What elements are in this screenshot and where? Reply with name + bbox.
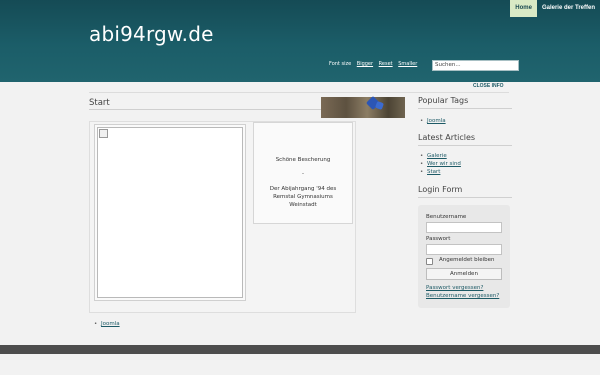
module-title: Popular Tags	[418, 96, 469, 105]
remember-label: Angemeldet bleiben	[439, 257, 495, 263]
username-label: Benutzername	[426, 214, 467, 220]
font-size-controls: Font size Bigger Reset Smaller	[329, 61, 417, 67]
password-label: Passwort	[426, 236, 451, 242]
article-image	[97, 127, 243, 298]
article-box: Schöne Bescherung - Der Abijahrgang '94 …	[89, 121, 356, 313]
login-form: Benutzername Passwort Angemeldet bleiben…	[418, 205, 510, 308]
header-flower-image	[321, 95, 405, 118]
module-title: Login Form	[418, 185, 463, 194]
sidebar: Popular Tags Joomla Latest Articles Gale…	[418, 96, 512, 198]
font-size-label: Font size	[329, 61, 352, 67]
search-input[interactable]: Suchen...	[432, 60, 519, 71]
divider	[89, 109, 355, 110]
password-input[interactable]	[426, 244, 502, 255]
close-info-link[interactable]: CLOSE INFO	[473, 83, 504, 89]
login-button[interactable]: Anmelden	[426, 268, 502, 280]
list-item: Joomla	[418, 117, 512, 125]
article-link[interactable]: Wer wir sind	[427, 161, 461, 167]
list-item: Joomla	[92, 320, 120, 328]
font-reset-link[interactable]: Reset	[379, 61, 393, 67]
remember-checkbox[interactable]	[426, 258, 433, 265]
site-header: Home Galerie der Treffen abi94rgw.de Fon…	[0, 0, 600, 82]
forgot-username-link[interactable]: Benutzername vergessen?	[426, 293, 499, 299]
page-title: Start	[89, 98, 110, 108]
article-line: Der Abijahrgang '94 des Remstal Gymnasiu…	[269, 186, 337, 208]
list-item: Galerie	[418, 152, 512, 160]
divider	[89, 92, 509, 93]
font-smaller-link[interactable]: Smaller	[398, 61, 417, 67]
nav-galerie[interactable]: Galerie der Treffen	[537, 0, 600, 17]
font-bigger-link[interactable]: Bigger	[357, 61, 373, 67]
article-text-box: Schöne Bescherung - Der Abijahrgang '94 …	[253, 122, 353, 224]
top-navigation: Home Galerie der Treffen	[510, 0, 600, 17]
article-link[interactable]: Galerie	[427, 153, 447, 159]
flower-shape	[375, 101, 384, 110]
broken-image-icon	[99, 129, 108, 138]
tag-link[interactable]: Joomla	[101, 321, 120, 327]
article-line: Schöne Bescherung	[275, 157, 331, 163]
username-input[interactable]	[426, 222, 502, 233]
article-tags: Joomla	[92, 320, 120, 328]
article-link[interactable]: Start	[427, 169, 440, 175]
list-item: Start	[418, 168, 512, 176]
divider	[418, 197, 512, 198]
footer-bar	[0, 345, 600, 354]
forgot-password-link[interactable]: Passwort vergessen?	[426, 285, 483, 291]
nav-home[interactable]: Home	[510, 0, 537, 17]
list-item: Wer wir sind	[418, 160, 512, 168]
divider	[418, 145, 512, 146]
divider	[418, 108, 512, 109]
site-title[interactable]: abi94rgw.de	[89, 22, 214, 46]
image-frame	[94, 124, 246, 301]
article-line: -	[302, 171, 304, 177]
tag-link[interactable]: Joomla	[427, 118, 446, 124]
module-title: Latest Articles	[418, 133, 476, 142]
